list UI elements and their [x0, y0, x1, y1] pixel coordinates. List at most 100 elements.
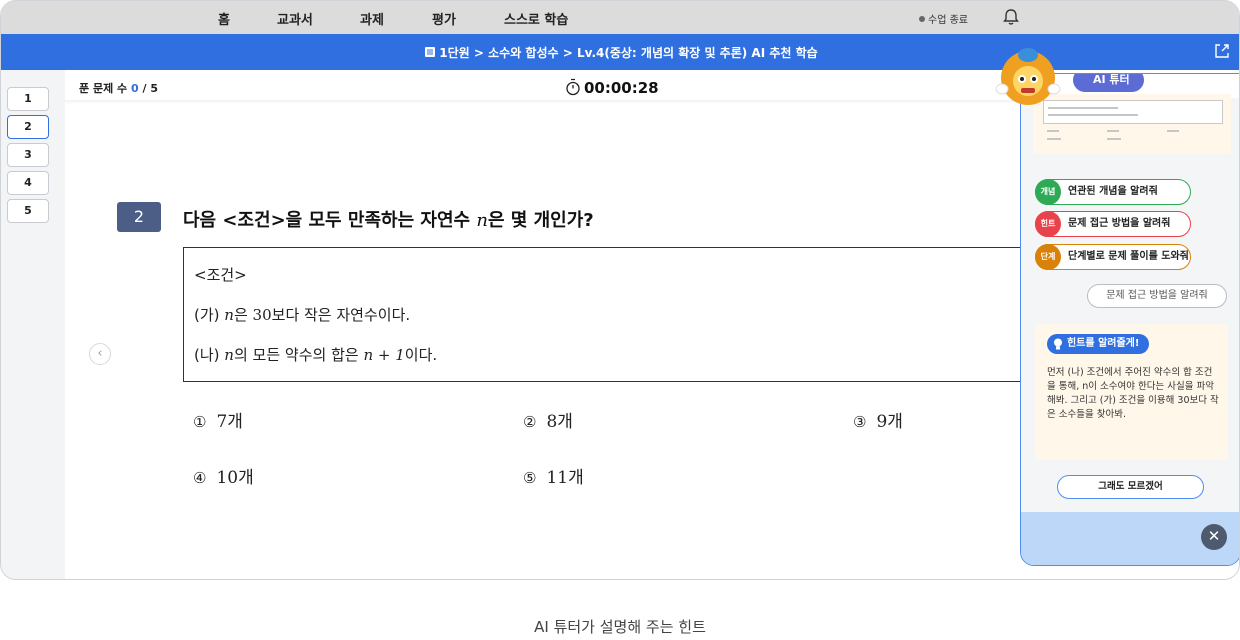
previous-message-card [1033, 94, 1231, 154]
choice-1-mark: ① [193, 413, 207, 431]
hint-title: 힌트를 알려줄게! [1067, 338, 1140, 349]
choice-5-mark: ⑤ [523, 469, 537, 487]
choice-4[interactable]: ④ 10개 [193, 463, 254, 488]
close-tutor-button[interactable]: ✕ [1201, 524, 1227, 550]
bell-icon[interactable] [1001, 7, 1021, 27]
ai-tutor-title: AI 튜터 [1073, 74, 1144, 92]
exit-icon[interactable] [1213, 42, 1231, 60]
top-navigation: 홈 교과서 과제 평가 스스로 학습 수업 종료 [1, 1, 1239, 34]
timer-value: 00:00:28 [584, 79, 659, 97]
solved-counter: 푼 문제 수 0 / 5 [79, 80, 158, 96]
still-confused-button[interactable]: 그래도 모르겠어 [1057, 475, 1204, 499]
conditions-box: <조건> (가) n은 30보다 작은 자연수이다. (나) n의 모든 약수의… [183, 247, 1043, 382]
question-button-5[interactable]: 5 [7, 199, 49, 223]
choice-5-unit: 개 [568, 468, 584, 488]
condition-b-expression: n + 1 [363, 346, 405, 364]
question-variable: n [476, 210, 488, 231]
ai-tutor-panel: AI 튜터 개념 연관된 개념을 알려줘 힌트 문제 접근 방법을 알려줘 단계 단계… [1020, 73, 1239, 566]
condition-b: (나) n의 모든 약수의 합은 n + 1이다. [194, 344, 437, 365]
nav-home[interactable]: 홈 [218, 9, 230, 28]
choice-2-mark: ② [523, 413, 537, 431]
solved-count: 0 [130, 82, 139, 95]
chip-step-tag: 단계 [1035, 244, 1061, 270]
condition-a-number: 30 [252, 306, 272, 324]
figure-caption: AI 튜터가 설명해 주는 힌트 [534, 618, 706, 636]
lightbulb-icon [1054, 338, 1062, 350]
preview-line [1048, 107, 1118, 109]
condition-b-post: 이다. [404, 346, 438, 364]
preview-line [1107, 130, 1119, 132]
choice-2-value: 8 [546, 412, 558, 432]
timer: 00:00:28 [565, 78, 659, 97]
question-text-pre: 다음 <조건>을 모두 만족하는 자연수 [183, 210, 477, 231]
hint-card: 힌트를 알려줄게! 먼저 (나) 조건에서 주어진 약수의 합 조건을 통해, … [1035, 324, 1228, 460]
question-text-post: 은 몇 개인가? [487, 210, 594, 231]
choice-5[interactable]: ⑤ 11개 [523, 463, 584, 488]
previous-message-preview [1043, 100, 1223, 124]
preview-line [1107, 138, 1121, 140]
chip-concept-label: 연관된 개념을 알려줘 [1068, 186, 1158, 197]
condition-b-variable: n [224, 346, 234, 364]
end-class-button[interactable]: 수업 종료 [919, 11, 968, 26]
condition-a-post: 보다 작은 자연수이다. [271, 306, 411, 324]
chip-step-label: 단계별로 문제 풀이를 도와줘 [1068, 251, 1189, 262]
condition-a: (가) n은 30보다 작은 자연수이다. [194, 304, 410, 325]
condition-a-mid: 은 [233, 306, 253, 324]
solved-total: / 5 [142, 82, 158, 95]
breadcrumb-text: 1단원 > 소수와 합성수 > Lv.4(중상: 개념의 확장 및 추론) AI… [439, 46, 818, 60]
choice-1-unit: 개 [227, 412, 243, 432]
choice-2-unit: 개 [557, 412, 573, 432]
question-number: 2 [117, 202, 161, 232]
choice-3-unit: 개 [887, 412, 903, 432]
conditions-title: <조건> [194, 266, 247, 284]
status-dot-icon [919, 16, 925, 22]
chip-hint-label: 문제 접근 방법을 알려줘 [1068, 218, 1171, 229]
hint-title-pill: 힌트를 알려줄게! [1047, 334, 1150, 354]
condition-b-mid: 의 모든 약수의 합은 [233, 346, 364, 364]
choice-2[interactable]: ② 8개 [523, 407, 573, 432]
hint-text: 먼저 (나) 조건에서 주어진 약수의 합 조건을 통해, n이 소수여야 한다… [1047, 367, 1219, 420]
question-button-2[interactable]: 2 [7, 115, 49, 139]
tutor-footer: ✕ [1021, 512, 1239, 565]
nav-textbook[interactable]: 교과서 [277, 9, 313, 28]
user-message-bubble: 문제 접근 방법을 알려줘 [1087, 284, 1227, 308]
question-button-4[interactable]: 4 [7, 171, 49, 195]
question-list: 1 2 3 4 5 [1, 70, 65, 579]
chip-step[interactable]: 단계 단계별로 문제 풀이를 도와줘 [1035, 244, 1191, 270]
choice-1-value: 7 [216, 412, 228, 432]
solved-label: 푼 문제 수 [79, 82, 128, 95]
choice-1[interactable]: ① 7개 [193, 407, 243, 432]
choice-3[interactable]: ③ 9개 [853, 407, 903, 432]
chevron-left-icon: ‹ [97, 346, 103, 361]
stopwatch-icon [566, 78, 580, 96]
chip-concept[interactable]: 개념 연관된 개념을 알려줘 [1035, 179, 1191, 205]
end-class-label: 수업 종료 [928, 15, 968, 26]
choice-4-unit: 개 [238, 468, 254, 488]
book-icon [425, 47, 436, 57]
question-button-1[interactable]: 1 [7, 87, 49, 111]
choice-3-mark: ③ [853, 413, 867, 431]
preview-line [1048, 114, 1138, 116]
chip-hint[interactable]: 힌트 문제 접근 방법을 알려줘 [1035, 211, 1191, 237]
ai-tutor-mascot-icon [995, 48, 1061, 105]
choice-4-mark: ④ [193, 469, 207, 487]
choice-5-value: 11 [546, 468, 569, 488]
question-text: 다음 <조건>을 모두 만족하는 자연수 n은 몇 개인가? [183, 206, 594, 232]
nav-assignment[interactable]: 과제 [360, 9, 384, 28]
question-button-3[interactable]: 3 [7, 143, 49, 167]
condition-b-label: (나) [194, 346, 220, 364]
choice-3-value: 9 [876, 412, 888, 432]
preview-line [1167, 130, 1179, 132]
condition-a-variable: n [224, 306, 234, 324]
preview-line [1047, 130, 1059, 132]
choice-4-value: 10 [216, 468, 239, 488]
app-window: 홈 교과서 과제 평가 스스로 학습 수업 종료 1단원 > 소수와 합성수 >… [0, 0, 1240, 580]
close-icon: ✕ [1207, 527, 1221, 545]
chip-concept-tag: 개념 [1035, 179, 1061, 205]
previous-question-button[interactable]: ‹ [89, 343, 111, 365]
preview-line [1047, 138, 1061, 140]
nav-self-study[interactable]: 스스로 학습 [504, 9, 568, 28]
chip-hint-tag: 힌트 [1035, 211, 1061, 237]
nav-evaluation[interactable]: 평가 [432, 9, 456, 28]
condition-a-label: (가) [194, 306, 220, 324]
